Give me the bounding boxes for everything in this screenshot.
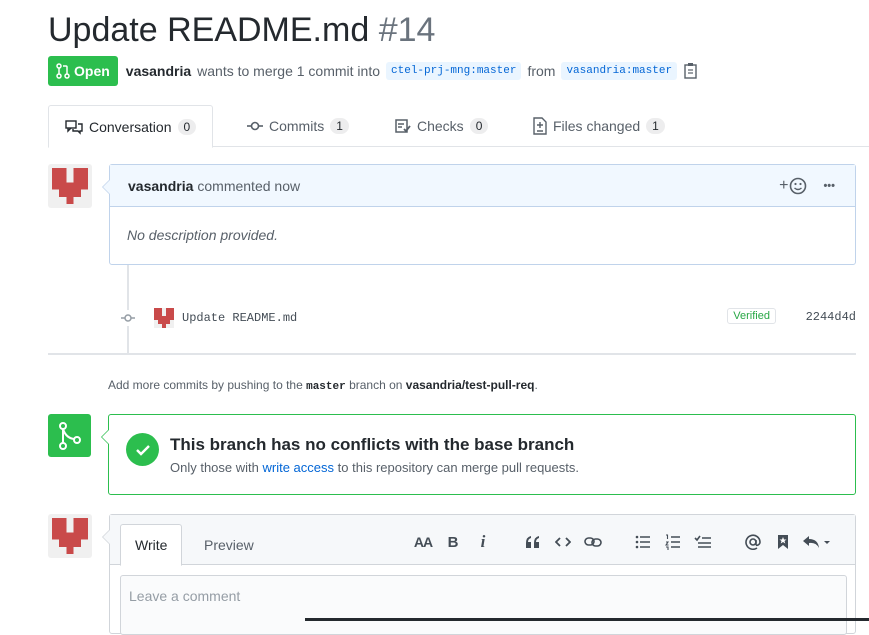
ordered-list-icon[interactable]	[661, 530, 685, 554]
avatar[interactable]	[48, 164, 92, 208]
tab-counter: 0	[177, 118, 197, 135]
tab-checks[interactable]: Checks 0	[395, 105, 489, 147]
pr-tabs: Conversation 0 Commits 1 Checks 0 Files …	[48, 105, 869, 148]
unordered-list-icon[interactable]	[631, 530, 655, 554]
write-access-link[interactable]: write access	[263, 460, 335, 475]
tab-label: Files changed	[553, 118, 641, 134]
header-text-button[interactable]: AA	[411, 530, 435, 554]
merge-status-icon	[48, 414, 91, 457]
hint-branch: master	[306, 381, 346, 393]
merge-status-subtitle: Only those with write access to this rep…	[170, 460, 579, 475]
pr-number: #14	[378, 11, 436, 49]
head-branch[interactable]: vasandria:master	[561, 62, 678, 80]
comment-discussion-icon	[65, 119, 83, 135]
tab-label: Checks	[417, 118, 464, 134]
commit-message-link[interactable]: Update README.md	[182, 311, 297, 325]
write-tab[interactable]: Write	[120, 524, 183, 566]
pr-action-text: wants to merge 1 commit into	[197, 63, 381, 79]
merge-status-box: This branch has no conflicts with the ba…	[101, 414, 856, 495]
commit-sha-link[interactable]: 2244d4d	[806, 310, 856, 324]
pr-meta: Open vasandria wants to merge 1 commit i…	[48, 56, 699, 86]
git-pull-request-icon	[56, 63, 70, 79]
add-reaction-button[interactable]: +	[779, 177, 807, 195]
merge-status-title: This branch has no conflicts with the ba…	[170, 435, 575, 454]
identicon-icon	[154, 308, 174, 328]
comment-author[interactable]: vasandria	[128, 178, 193, 194]
merge-sub-suffix: to this repository can merge pull reques…	[337, 460, 579, 475]
comment-more-button[interactable]: •••	[823, 180, 835, 192]
tab-counter: 0	[469, 118, 489, 134]
preview-tab[interactable]: Preview	[190, 524, 268, 566]
quote-icon[interactable]	[521, 530, 545, 554]
hint-middle: branch on	[349, 378, 403, 392]
base-branch[interactable]: ctel-prj-mng:master	[386, 62, 522, 80]
check-circle-icon	[126, 433, 159, 466]
commit-row: Update README.md Verified 2244d4d	[118, 305, 856, 331]
comment-header: vasandria commented now + •••	[110, 165, 855, 207]
timeline-divider	[48, 353, 856, 355]
tab-conversation[interactable]: Conversation 0	[48, 105, 214, 148]
markdown-toolbar: AA B i	[405, 527, 833, 557]
hint-prefix: Add more commits by pushing to the	[108, 378, 303, 392]
hint-repo: vasandria/test-pull-req	[405, 378, 535, 392]
reply-icon[interactable]	[801, 530, 833, 554]
tab-commits[interactable]: Commits 1	[247, 105, 349, 147]
comment-textarea[interactable]: Leave a comment	[120, 575, 847, 635]
clipboard-icon[interactable]	[683, 62, 699, 80]
checklist-icon	[395, 119, 411, 133]
link-icon[interactable]	[581, 530, 605, 554]
tab-counter: 1	[646, 118, 665, 134]
pr-description-comment: vasandria commented now + ••• No descrip…	[102, 164, 856, 265]
identicon-icon	[52, 518, 88, 554]
plus-label: +	[779, 177, 789, 194]
avatar[interactable]	[48, 514, 92, 558]
bold-button[interactable]: B	[441, 530, 465, 554]
tab-files-changed[interactable]: Files changed 1	[533, 105, 665, 147]
pr-title: Update README.md #14	[48, 8, 435, 52]
new-comment-header: Write Preview AA B i	[110, 515, 855, 566]
code-icon[interactable]	[551, 530, 575, 554]
state-badge: Open	[48, 56, 118, 86]
from-text: from	[527, 63, 556, 79]
comment-actions: + •••	[779, 165, 835, 207]
identicon-icon	[52, 168, 88, 204]
tab-label: Commits	[269, 118, 325, 134]
tab-label: Conversation	[89, 118, 172, 135]
task-list-icon[interactable]	[691, 530, 715, 554]
pr-title-text: Update README.md	[48, 11, 370, 49]
state-label: Open	[74, 63, 110, 79]
pr-author-link[interactable]: vasandria	[126, 63, 191, 79]
comment-time[interactable]: commented now	[197, 178, 300, 194]
verified-badge[interactable]: Verified	[727, 308, 776, 324]
mention-icon[interactable]	[741, 530, 765, 554]
commit-avatar[interactable]	[154, 308, 174, 328]
file-diff-icon	[533, 117, 547, 135]
comment-body: No description provided.	[127, 227, 278, 243]
tab-counter: 1	[330, 118, 349, 134]
merge-sub-prefix: Only those with	[170, 460, 259, 475]
hint-suffix: .	[534, 378, 538, 392]
push-hint: Add more commits by pushing to the maste…	[108, 378, 538, 393]
smiley-icon	[790, 177, 807, 195]
new-comment-form: Write Preview AA B i Leave a comment	[102, 514, 856, 635]
git-merge-icon	[58, 421, 81, 450]
git-commit-icon	[247, 121, 263, 131]
italic-button[interactable]: i	[471, 530, 495, 554]
git-commit-icon	[118, 310, 138, 326]
bookmark-icon[interactable]	[771, 530, 795, 554]
